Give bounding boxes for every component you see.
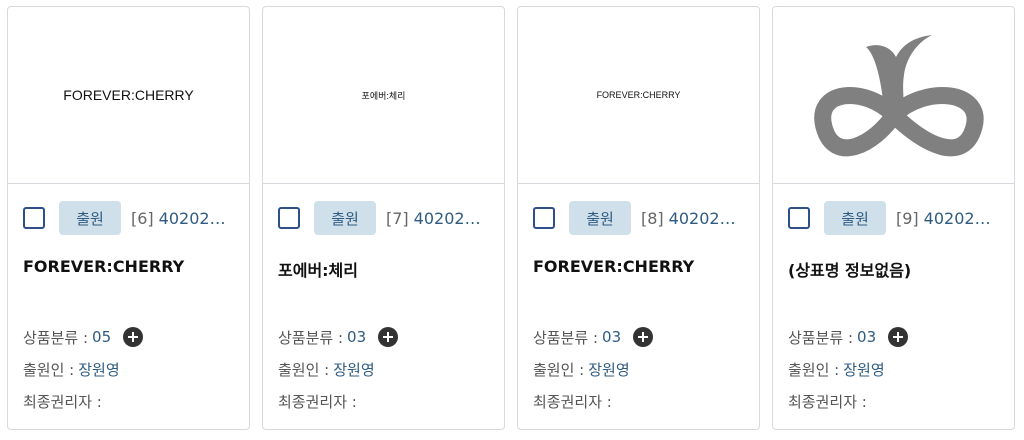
- applicant-row: 출원인 : 장원영: [533, 353, 744, 385]
- final-owner-row: 최종권리자 :: [788, 385, 999, 417]
- plus-icon[interactable]: [123, 327, 144, 347]
- class-row: 상품분류 : 03: [788, 321, 999, 353]
- application-number-link[interactable]: [6] 40202…: [131, 209, 226, 228]
- trademark-title[interactable]: FOREVER:CHERRY: [533, 257, 744, 321]
- status-badge: 출원: [314, 201, 376, 235]
- final-owner-row: 최종권리자 :: [278, 385, 489, 417]
- applicant-row: 출원인 : 장원영: [23, 353, 234, 385]
- select-checkbox[interactable]: [788, 207, 810, 229]
- class-label: 상품분류 :: [788, 328, 854, 347]
- select-checkbox[interactable]: [23, 207, 45, 229]
- final-owner-row: 최종권리자 :: [533, 385, 744, 417]
- applicant-label: 출원인 :: [533, 360, 585, 379]
- status-badge: 출원: [569, 201, 631, 235]
- class-label: 상품분류 :: [278, 328, 344, 347]
- trademark-card[interactable]: FOREVER:CHERRY 출원 [8] 40202… FOREVER:CHE…: [517, 6, 760, 430]
- trademark-card[interactable]: FOREVER:CHERRY 출원 [6] 40202… FOREVER:CHE…: [7, 6, 250, 430]
- class-value: 05: [92, 328, 112, 346]
- plus-icon[interactable]: [633, 327, 654, 347]
- application-number-link[interactable]: [9] 40202…: [896, 209, 991, 228]
- trademark-title[interactable]: (상표명 정보없음): [788, 257, 999, 321]
- class-label: 상품분류 :: [23, 328, 89, 347]
- trademark-title[interactable]: FOREVER:CHERRY: [23, 257, 234, 321]
- applicant-value[interactable]: 장원영: [78, 359, 119, 380]
- class-row: 상품분류 : 03: [533, 321, 744, 353]
- result-index: [9]: [896, 208, 919, 228]
- cherry-infinity-logo-icon: [813, 35, 984, 157]
- plus-icon[interactable]: [888, 327, 909, 347]
- application-number-link[interactable]: [7] 40202…: [386, 209, 481, 228]
- trademark-title[interactable]: 포에버:체리: [278, 257, 489, 321]
- status-badge: 출원: [824, 201, 886, 235]
- class-value: 03: [347, 328, 367, 346]
- applicant-row: 출원인 : 장원영: [788, 353, 999, 385]
- class-value: 03: [602, 328, 622, 346]
- final-owner-label: 최종권리자 :: [23, 392, 102, 411]
- applicant-value[interactable]: 장원영: [588, 359, 629, 380]
- plus-icon[interactable]: [378, 327, 399, 347]
- final-owner-label: 최종권리자 :: [533, 392, 612, 411]
- applicant-label: 출원인 :: [23, 360, 75, 379]
- application-number-link[interactable]: [8] 40202…: [641, 209, 736, 228]
- trademark-card[interactable]: 출원 [9] 40202… (상표명 정보없음) 상품분류 : 03 출원인 :…: [772, 6, 1015, 430]
- trademark-card[interactable]: 포에버:체리 출원 [7] 40202… 포에버:체리 상품분류 : 03 출원…: [262, 6, 505, 430]
- thumbnail-text: 포에버:체리: [361, 90, 406, 101]
- select-checkbox[interactable]: [533, 207, 555, 229]
- application-number[interactable]: 40202…: [414, 209, 481, 228]
- trademark-thumbnail[interactable]: 포에버:체리: [263, 7, 504, 184]
- thumbnail-text: FOREVER:CHERRY: [596, 90, 681, 100]
- class-label: 상품분류 :: [533, 328, 599, 347]
- result-index: [8]: [641, 208, 664, 228]
- class-row: 상품분류 : 05: [23, 321, 234, 353]
- applicant-row: 출원인 : 장원영: [278, 353, 489, 385]
- application-number[interactable]: 40202…: [159, 209, 226, 228]
- trademark-thumbnail[interactable]: FOREVER:CHERRY: [8, 7, 249, 184]
- thumbnail-text: FOREVER:CHERRY: [63, 87, 194, 103]
- result-index: [7]: [386, 208, 409, 228]
- select-checkbox[interactable]: [278, 207, 300, 229]
- final-owner-label: 최종권리자 :: [788, 392, 867, 411]
- status-badge: 출원: [59, 201, 121, 235]
- trademark-thumbnail[interactable]: [773, 7, 1014, 184]
- applicant-label: 출원인 :: [278, 360, 330, 379]
- application-number[interactable]: 40202…: [669, 209, 736, 228]
- application-number[interactable]: 40202…: [924, 209, 991, 228]
- final-owner-row: 최종권리자 :: [23, 385, 234, 417]
- trademark-results-grid: FOREVER:CHERRY 출원 [6] 40202… FOREVER:CHE…: [0, 0, 1024, 440]
- class-row: 상품분류 : 03: [278, 321, 489, 353]
- class-value: 03: [857, 328, 877, 346]
- applicant-label: 출원인 :: [788, 360, 840, 379]
- result-index: [6]: [131, 208, 154, 228]
- applicant-value[interactable]: 장원영: [333, 359, 374, 380]
- final-owner-label: 최종권리자 :: [278, 392, 357, 411]
- trademark-thumbnail[interactable]: FOREVER:CHERRY: [518, 7, 759, 184]
- applicant-value[interactable]: 장원영: [843, 359, 884, 380]
